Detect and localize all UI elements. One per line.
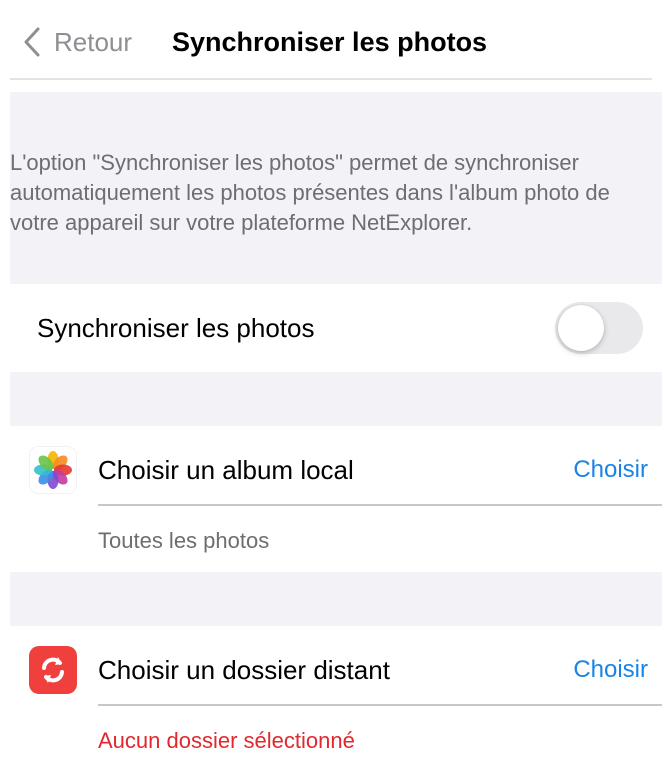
switch-knob [558, 305, 604, 351]
choose-local-album-button[interactable]: Choisir [573, 426, 648, 514]
choose-remote-folder-button[interactable]: Choisir [573, 626, 648, 714]
back-label: Retour [54, 26, 133, 57]
navigation-bar: Retour Synchroniser les photos [0, 0, 662, 80]
local-album-label: Choisir un album local [98, 454, 354, 485]
back-button[interactable]: Retour [24, 22, 132, 62]
page-title: Synchroniser les photos [172, 26, 488, 57]
section-gap [10, 372, 662, 426]
local-album-selection: Toutes les photos [98, 528, 270, 553]
sync-folder-icon [29, 646, 77, 694]
sync-toggle-row: Synchroniser les photos [10, 284, 662, 372]
remote-folder-label: Choisir un dossier distant [98, 654, 390, 685]
nav-divider [10, 78, 652, 80]
photos-app-icon [29, 446, 77, 494]
remote-folder-selection: Aucun dossier sélectionné [98, 728, 355, 753]
remote-folder-cell: Choisir un dossier distant Choisir [0, 626, 662, 714]
sync-toggle-label: Synchroniser les photos [37, 312, 315, 343]
local-album-cell: Choisir un album local Choisir [0, 426, 662, 514]
info-section: L'option "Synchroniser les photos" perme… [10, 92, 662, 284]
info-description: L'option "Synchroniser les photos" perme… [10, 150, 610, 235]
sync-photos-switch[interactable] [555, 302, 643, 354]
chevron-left-icon [24, 27, 40, 57]
section-gap [10, 572, 662, 626]
